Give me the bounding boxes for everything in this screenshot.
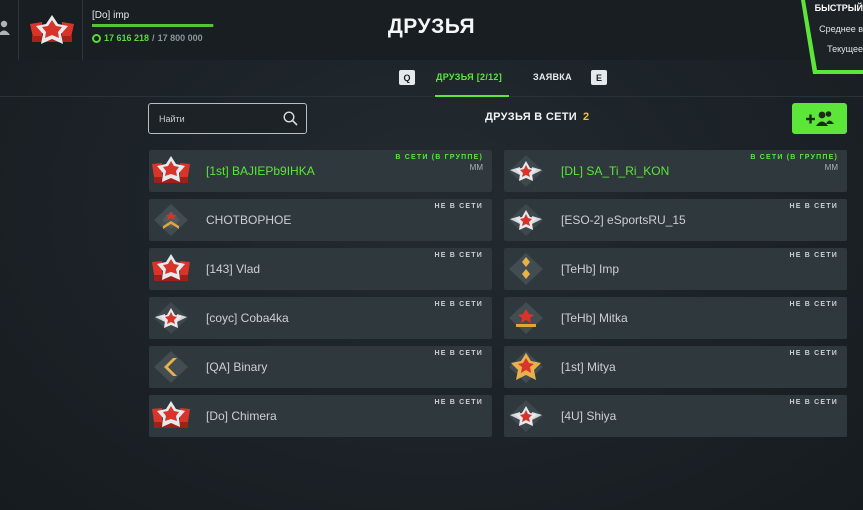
diamond-chevron-rank-icon	[151, 202, 191, 238]
friend-card[interactable]: [TeHb] Imp НЕ В СЕТИ	[504, 248, 847, 290]
tab-requests[interactable]: ЗАЯВКА	[533, 72, 572, 82]
promo-title: БЫСТРЫЙ	[814, 3, 863, 13]
friend-mode: ММ	[824, 163, 838, 172]
top-bar: [Do] imp 17 616 218 / 17 800 000 ДРУЗЬЯ	[0, 0, 863, 60]
friend-name: [QA] Binary	[206, 360, 268, 374]
friend-name: CHOTBOPHOE	[206, 213, 292, 227]
friend-card[interactable]: [1st] BAJIEPb9IHKA В СЕТИ (В ГРУППЕ) ММ	[149, 150, 492, 192]
tab-friends[interactable]: ДРУЗЬЯ [2/12]	[436, 72, 502, 82]
friends-online-header: ДРУЗЬЯ В СЕТИ 2	[485, 111, 589, 123]
add-user-icon	[805, 110, 834, 126]
diamond-chevron-gold-rank-icon	[151, 349, 191, 385]
winged-star-rank-icon	[151, 300, 191, 336]
wings-star-rank-icon	[151, 251, 191, 287]
friend-name: [coyc] Coba4ka	[206, 311, 289, 325]
friend-card[interactable]: [Do] Chimera НЕ В СЕТИ	[149, 395, 492, 437]
friend-card[interactable]: [4U] Shiya НЕ В СЕТИ	[504, 395, 847, 437]
wings-star-rank-icon	[151, 398, 191, 434]
page-title: ДРУЗЬЯ	[387, 15, 476, 38]
search-input[interactable]	[149, 113, 269, 124]
friend-name: [Do] Chimera	[206, 409, 277, 423]
friend-card[interactable]: [QA] Binary НЕ В СЕТИ	[149, 346, 492, 388]
friend-name: [4U] Shiya	[561, 409, 617, 423]
friend-status: НЕ В СЕТИ	[789, 350, 838, 357]
friend-card[interactable]: CHOTBOPHOE НЕ В СЕТИ	[149, 199, 492, 241]
diamond-bar-rank-icon	[506, 300, 546, 336]
wings-star-rank-icon	[151, 153, 191, 189]
friend-card[interactable]: [TeHb] Mitka НЕ В СЕТИ	[504, 297, 847, 339]
search-box	[148, 103, 307, 134]
friends-online-count: 2	[583, 111, 590, 123]
friend-status: В СЕТИ (В ГРУППЕ)	[750, 154, 838, 161]
friend-name: [1st] BAJIEPb9IHKA	[206, 164, 315, 178]
add-friend-button[interactable]	[792, 103, 847, 134]
friend-card[interactable]: [ESO-2] eSportsRU_15 НЕ В СЕТИ	[504, 199, 847, 241]
friend-name: [ESO-2] eSportsRU_15	[561, 213, 686, 227]
friend-status: НЕ В СЕТИ	[434, 399, 483, 406]
friend-card[interactable]: [1st] Mitya НЕ В СЕТИ	[504, 346, 847, 388]
friend-name: [1st] Mitya	[561, 360, 616, 374]
friend-status: НЕ В СЕТИ	[789, 301, 838, 308]
friend-status: НЕ В СЕТИ	[434, 301, 483, 308]
friend-card[interactable]: [DL] SA_Ti_Ri_KON В СЕТИ (В ГРУППЕ) ММ	[504, 150, 847, 192]
diamond-pips-rank-icon	[506, 251, 546, 287]
tabs-bar: Q ДРУЗЬЯ [2/12] ЗАЯВКА E	[0, 60, 863, 97]
friend-status: НЕ В СЕТИ	[789, 252, 838, 259]
promo-line-2: Текущее	[827, 44, 863, 54]
tab-active-indicator	[435, 95, 509, 97]
winged-star-rank-icon	[506, 153, 546, 189]
friend-status: НЕ В СЕТИ	[434, 350, 483, 357]
friend-status: В СЕТИ (В ГРУППЕ)	[395, 154, 483, 161]
hotkey-e-badge: E	[591, 70, 607, 85]
friend-status: НЕ В СЕТИ	[434, 252, 483, 259]
friend-name: [DL] SA_Ti_Ri_KON	[561, 164, 670, 178]
friend-mode: ММ	[469, 163, 483, 172]
friend-name: [143] Vlad	[206, 262, 261, 276]
gold-star-rank-icon	[506, 349, 546, 385]
winged-star-rank-icon	[506, 398, 546, 434]
friend-card[interactable]: [143] Vlad НЕ В СЕТИ	[149, 248, 492, 290]
friend-name: [TeHb] Mitka	[561, 311, 628, 325]
friend-name: [TeHb] Imp	[561, 262, 620, 276]
friend-card[interactable]: [coyc] Coba4ka НЕ В СЕТИ	[149, 297, 492, 339]
friend-status: НЕ В СЕТИ	[789, 203, 838, 210]
promo-line-1: Среднее в	[819, 24, 863, 34]
winged-star-rank-icon	[506, 202, 546, 238]
search-icon[interactable]	[283, 111, 298, 126]
friend-status: НЕ В СЕТИ	[434, 203, 483, 210]
friend-status: НЕ В СЕТИ	[789, 399, 838, 406]
hotkey-q-badge: Q	[399, 70, 415, 85]
friends-online-label: ДРУЗЬЯ В СЕТИ	[485, 111, 578, 123]
